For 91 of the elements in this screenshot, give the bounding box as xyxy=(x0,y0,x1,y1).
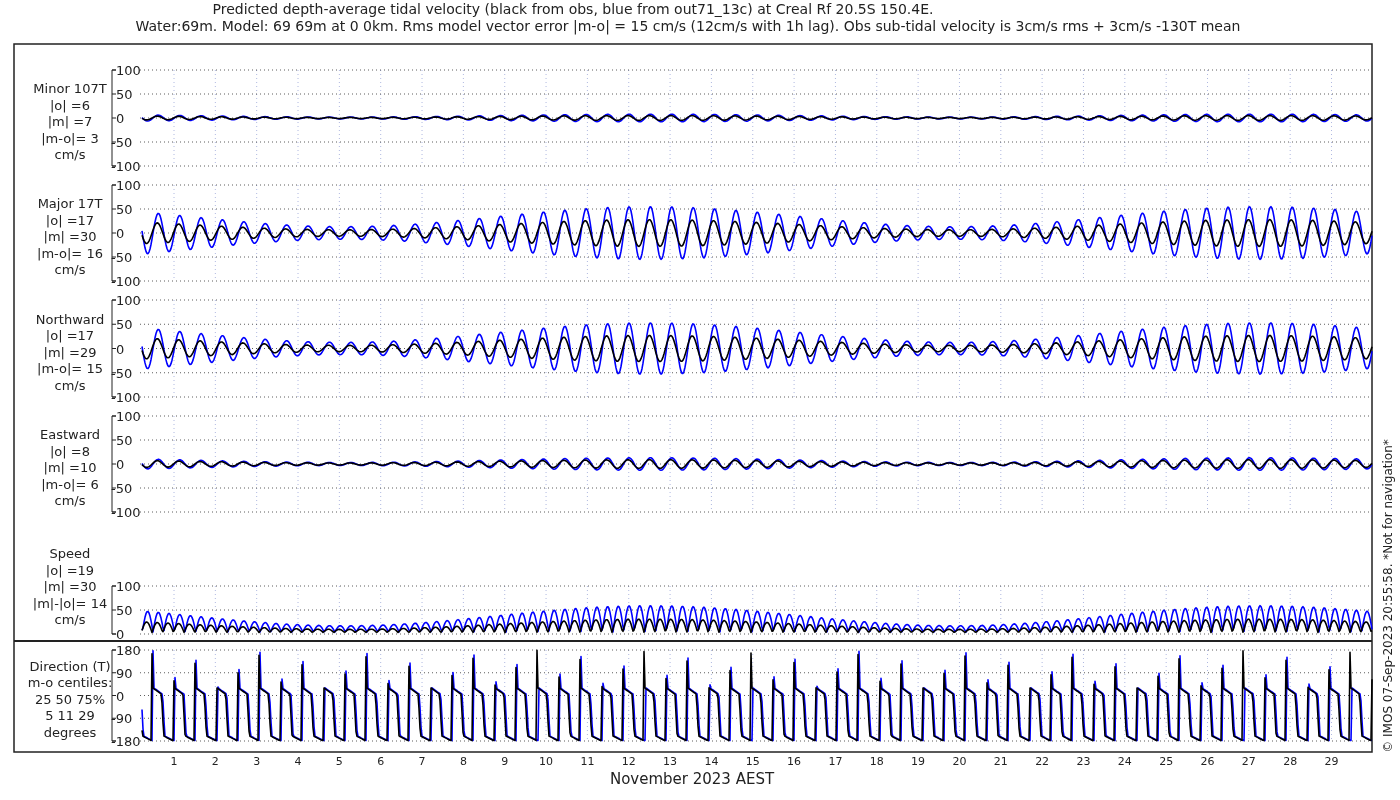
panel-label: cm/s xyxy=(54,377,86,393)
y-tick-label: -100 xyxy=(111,274,141,289)
y-tick-label: 0 xyxy=(116,226,125,241)
x-tick-label: 17 xyxy=(828,755,843,768)
x-tick-label: 11 xyxy=(580,755,595,768)
y-tick-label: 0 xyxy=(116,111,125,126)
panel-label: cm/s xyxy=(54,612,86,627)
panel-label: |m-o|= 16 xyxy=(37,245,103,261)
panel-label: |o| =8 xyxy=(50,443,90,459)
panel-label: degrees xyxy=(43,724,97,740)
x-tick-label: 16 xyxy=(787,755,802,768)
y-tick-label: -50 xyxy=(111,250,133,265)
panel-label: |o| =6 xyxy=(50,97,90,113)
x-tick-label: 13 xyxy=(663,755,678,768)
panel-label: |m| =29 xyxy=(43,344,97,360)
y-tick-label: -90 xyxy=(111,711,133,727)
chart-title: Predicted depth-average tidal velocity (black from obs, blue from out71_13c) at Creal Rf 20.5S 150.4E. xyxy=(212,1,934,17)
x-tick-label: 29 xyxy=(1324,755,1339,768)
y-tick-label: 50 xyxy=(116,603,133,618)
panel-label: cm/s xyxy=(54,262,86,277)
x-tick-label: 21 xyxy=(993,755,1008,768)
panel-label: Direction (T) xyxy=(29,658,111,674)
y-tick-label: 100 xyxy=(116,178,141,193)
credit-note: © IMOS 07-Sep-2023 20:55:58. *Not for navigation* xyxy=(1381,439,1395,753)
x-tick-label: 23 xyxy=(1076,755,1091,768)
panel-label: |o| =17 xyxy=(45,212,95,228)
y-tick-label: -100 xyxy=(111,390,141,405)
panel-label: Major 17T xyxy=(37,196,103,211)
x-tick-label: 9 xyxy=(501,755,509,768)
y-tick-label: -100 xyxy=(111,505,141,520)
x-tick-label: 27 xyxy=(1241,755,1256,768)
y-tick-label: -50 xyxy=(111,481,133,496)
panel-label: Northward xyxy=(35,311,105,327)
y-tick-label: -50 xyxy=(111,365,133,381)
panel-label: cm/s xyxy=(54,493,86,508)
x-tick-label: 19 xyxy=(911,755,926,768)
x-tick-label: 25 xyxy=(1159,755,1174,768)
chart-subtitle: Water:69m. Model: 69 69m at 0 0km. Rms model vector error |m-o| = 15 cm/s (12cm/s with 1h lag). Obs sub-tidal velocity is 3cm/s rms + 3cm/s -130T mean xyxy=(135,18,1241,34)
x-tick-label: 10 xyxy=(539,755,554,768)
x-tick-label: 7 xyxy=(418,755,426,768)
y-tick-label: 0 xyxy=(116,457,125,472)
y-tick-label: 50 xyxy=(116,202,133,217)
x-tick-label: 5 xyxy=(335,755,343,768)
x-tick-label: 3 xyxy=(253,755,261,768)
y-tick-label: 100 xyxy=(116,579,141,594)
x-tick-label: 24 xyxy=(1117,755,1132,768)
x-tick-label: 22 xyxy=(1035,755,1050,768)
y-tick-label: 50 xyxy=(116,87,133,102)
x-tick-label: 1 xyxy=(170,755,178,768)
x-tick-label: 2 xyxy=(211,755,219,768)
y-tick-label: 0 xyxy=(116,688,125,704)
panel-label: |m| =30 xyxy=(43,229,97,244)
x-tick-label: 8 xyxy=(459,755,467,768)
panel-label: |m-o|= 3 xyxy=(41,130,99,146)
panel-label: m-o centiles: xyxy=(27,675,113,690)
panel-label: 25 50 75% xyxy=(34,691,106,707)
panel-label: Speed xyxy=(49,546,91,561)
panel-label: Minor 107T xyxy=(33,81,107,96)
panel-label: 5 11 29 xyxy=(45,708,95,723)
x-tick-label: 12 xyxy=(621,755,636,768)
y-tick-label: 180 xyxy=(116,643,141,658)
panel-label: |m-o|= 15 xyxy=(37,361,103,376)
y-tick-label: -50 xyxy=(111,135,133,150)
x-tick-label: 6 xyxy=(377,755,385,768)
y-tick-label: 0 xyxy=(116,341,125,357)
panel-label: |m| =10 xyxy=(43,460,97,475)
y-tick-label: -100 xyxy=(111,159,141,174)
y-tick-label: 50 xyxy=(116,433,133,448)
panel-label: cm/s xyxy=(54,147,86,162)
panel-label: |m-o|= 6 xyxy=(41,476,99,492)
y-tick-label: 100 xyxy=(116,409,141,424)
panel-label: |m| =30 xyxy=(43,579,97,594)
x-tick-label: 26 xyxy=(1200,755,1215,768)
panel-label: |m|-|o|= 14 xyxy=(32,595,108,611)
x-tick-label: 20 xyxy=(952,755,967,768)
panel-label: Eastward xyxy=(40,427,100,442)
y-tick-label: 100 xyxy=(116,63,141,78)
panel-label: |m| =7 xyxy=(47,114,93,129)
x-tick-label: 14 xyxy=(704,755,719,768)
y-tick-label: 90 xyxy=(116,665,133,681)
x-axis-label: November 2023 AEST xyxy=(609,770,775,788)
y-tick-label: -180 xyxy=(111,734,141,749)
panel-label: |o| =17 xyxy=(45,328,95,343)
x-tick-label: 15 xyxy=(745,755,760,768)
x-tick-label: 4 xyxy=(294,755,302,768)
y-tick-label: 0 xyxy=(116,627,125,642)
y-tick-label: 50 xyxy=(116,317,133,333)
panel-label: |o| =19 xyxy=(45,562,95,578)
y-tick-label: 100 xyxy=(116,293,141,308)
x-tick-label: 18 xyxy=(869,755,884,768)
x-tick-label: 28 xyxy=(1283,755,1298,768)
